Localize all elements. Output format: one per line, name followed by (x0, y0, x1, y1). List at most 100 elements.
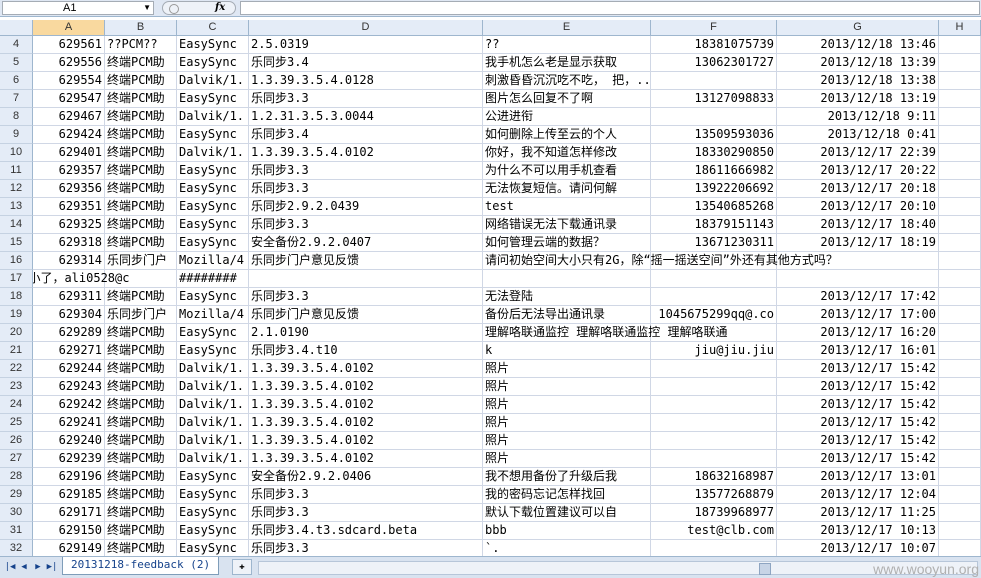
cell-e[interactable]: 请问初始空间大小只有2G，除“摇一摇送空间”外还有其他方式吗？ (483, 252, 838, 270)
cell-g[interactable]: 2013/12/17 22:39 (777, 144, 939, 162)
cell-f[interactable]: 18739968977 (651, 504, 777, 522)
row-header[interactable]: 8 (0, 108, 33, 126)
cell-e[interactable]: k (483, 342, 651, 360)
cell-f[interactable]: 18611666982 (651, 162, 777, 180)
cell-f[interactable]: test@clb.com (651, 522, 777, 540)
cell-b[interactable]: 乐同步门户 (105, 306, 177, 324)
cell-h[interactable] (939, 486, 981, 504)
cell-c[interactable]: EasySync (177, 216, 249, 234)
cell-b[interactable]: 终端PCM助 (105, 360, 177, 378)
cell-h[interactable] (939, 252, 981, 270)
column-header-e[interactable]: E (483, 20, 651, 36)
cell-g[interactable]: 2013/12/17 10:13 (777, 522, 939, 540)
cell-c[interactable]: EasySync (177, 288, 249, 306)
cell-a[interactable]: 629171 (33, 504, 105, 522)
cell-g[interactable]: 2013/12/17 15:42 (777, 414, 939, 432)
cell-c[interactable]: EasySync (177, 54, 249, 72)
row-header[interactable]: 9 (0, 126, 33, 144)
scroll-thumb[interactable] (759, 563, 771, 575)
cell-e[interactable]: 默认下载位置建议可以自 (483, 504, 651, 522)
cell-d[interactable]: 乐同步3.4 (249, 126, 483, 144)
cell-h[interactable] (939, 180, 981, 198)
cell-d[interactable]: 1.3.39.3.5.4.0102 (249, 432, 483, 450)
cell-e[interactable]: 图片怎么回复不了啊 (483, 90, 651, 108)
cell-f[interactable] (651, 288, 777, 306)
cell-b[interactable]: 终端PCM助 (105, 288, 177, 306)
cell-h[interactable] (939, 396, 981, 414)
cell-g[interactable]: 2013/12/17 12:04 (777, 486, 939, 504)
cell-d[interactable]: 安全备份2.9.2.0407 (249, 234, 483, 252)
cell-d[interactable]: 乐同步3.4.t3.sdcard.beta (249, 522, 483, 540)
cell-f[interactable]: 13577268879 (651, 486, 777, 504)
row-header[interactable]: 23 (0, 378, 33, 396)
cell-e[interactable]: 备份后无法导出通讯录 (483, 306, 651, 324)
cell-e[interactable]: 我手机怎么老是显示获取 (483, 54, 651, 72)
row-header[interactable]: 25 (0, 414, 33, 432)
cell-f[interactable]: 13062301727 (651, 54, 777, 72)
cell-c[interactable]: EasySync (177, 234, 249, 252)
cell-f[interactable] (651, 450, 777, 468)
cell-c[interactable]: EasySync (177, 486, 249, 504)
cell-b[interactable]: 终端PCM助 (105, 90, 177, 108)
sheet-tab[interactable]: 20131218-feedback (2) (62, 557, 220, 575)
cell-f[interactable]: 1045675299qq@.co (651, 306, 777, 324)
cell-e[interactable]: 公进进衔 (483, 108, 651, 126)
cell-e[interactable]: 我不想用备份了升级后我 (483, 468, 651, 486)
cell-h[interactable] (939, 522, 981, 540)
cell-c[interactable]: EasySync (177, 36, 249, 54)
row-header[interactable]: 27 (0, 450, 33, 468)
cell-e[interactable]: 如何删除上传至云的个人 (483, 126, 651, 144)
row-header[interactable]: 12 (0, 180, 33, 198)
cell-d[interactable]: 乐同步3.4.t10 (249, 342, 483, 360)
cell-h[interactable] (939, 234, 981, 252)
select-all-corner[interactable] (0, 20, 33, 36)
cell-e[interactable]: bbb (483, 522, 651, 540)
cell-g[interactable]: 2013/12/17 10:07 (777, 540, 939, 556)
cell-d[interactable]: 1.3.39.3.5.4.0102 (249, 360, 483, 378)
next-sheet-icon[interactable]: ▶ (32, 561, 44, 573)
column-header-g[interactable]: G (777, 20, 939, 36)
cell-b[interactable]: 终端PCM助 (105, 144, 177, 162)
cell-e[interactable]: 照片 (483, 378, 651, 396)
cell-e[interactable] (483, 270, 651, 288)
cell-g[interactable]: 2013/12/17 17:42 (777, 288, 939, 306)
cell-h[interactable] (939, 198, 981, 216)
cell-h[interactable] (939, 270, 981, 288)
chevron-down-icon[interactable]: ▼ (143, 2, 151, 14)
row-header[interactable]: 17 (0, 270, 33, 288)
cell-f[interactable] (651, 360, 777, 378)
row-header[interactable]: 29 (0, 486, 33, 504)
column-header-b[interactable]: B (105, 20, 177, 36)
row-header[interactable]: 20 (0, 324, 33, 342)
cell-d[interactable]: 1.3.39.3.5.4.0102 (249, 414, 483, 432)
cell-c[interactable]: EasySync (177, 342, 249, 360)
cell-b[interactable]: 终端PCM助 (105, 414, 177, 432)
cell-c[interactable]: Dalvik/1. (177, 108, 249, 126)
cell-c[interactable]: EasySync (177, 468, 249, 486)
cell-c[interactable]: EasySync (177, 540, 249, 556)
cell-f[interactable]: 18381075739 (651, 36, 777, 54)
row-header[interactable]: 28 (0, 468, 33, 486)
cell-e[interactable]: 理解咯联通监控 理解咯联通监控 理解咯联通 (483, 324, 727, 342)
prev-sheet-icon[interactable]: ◀ (18, 561, 30, 573)
cell-d[interactable]: 乐同步3.3 (249, 216, 483, 234)
cell-d[interactable]: 1.3.39.3.5.4.0128 (249, 72, 483, 90)
cell-h[interactable] (939, 450, 981, 468)
cell-g[interactable]: 2013/12/17 20:10 (777, 198, 939, 216)
cell-f[interactable]: 13127098833 (651, 90, 777, 108)
cell-f[interactable]: 13509593036 (651, 126, 777, 144)
cell-c[interactable]: EasySync (177, 504, 249, 522)
cell-e[interactable]: 照片 (483, 360, 651, 378)
cell-a[interactable]: 629424 (33, 126, 105, 144)
cell-a[interactable]: 629240 (33, 432, 105, 450)
cell-e[interactable]: `. (483, 540, 651, 556)
row-header[interactable]: 26 (0, 432, 33, 450)
cell-h[interactable] (939, 72, 981, 90)
cell-g[interactable]: 2013/12/17 15:42 (777, 396, 939, 414)
cell-f[interactable]: 18632168987 (651, 468, 777, 486)
cell-f[interactable] (651, 540, 777, 556)
cell-e[interactable]: 照片 (483, 432, 651, 450)
cell-c[interactable]: EasySync (177, 180, 249, 198)
cell-d[interactable]: 乐同步3.4 (249, 54, 483, 72)
cell-b[interactable]: 终端PCM助 (105, 108, 177, 126)
